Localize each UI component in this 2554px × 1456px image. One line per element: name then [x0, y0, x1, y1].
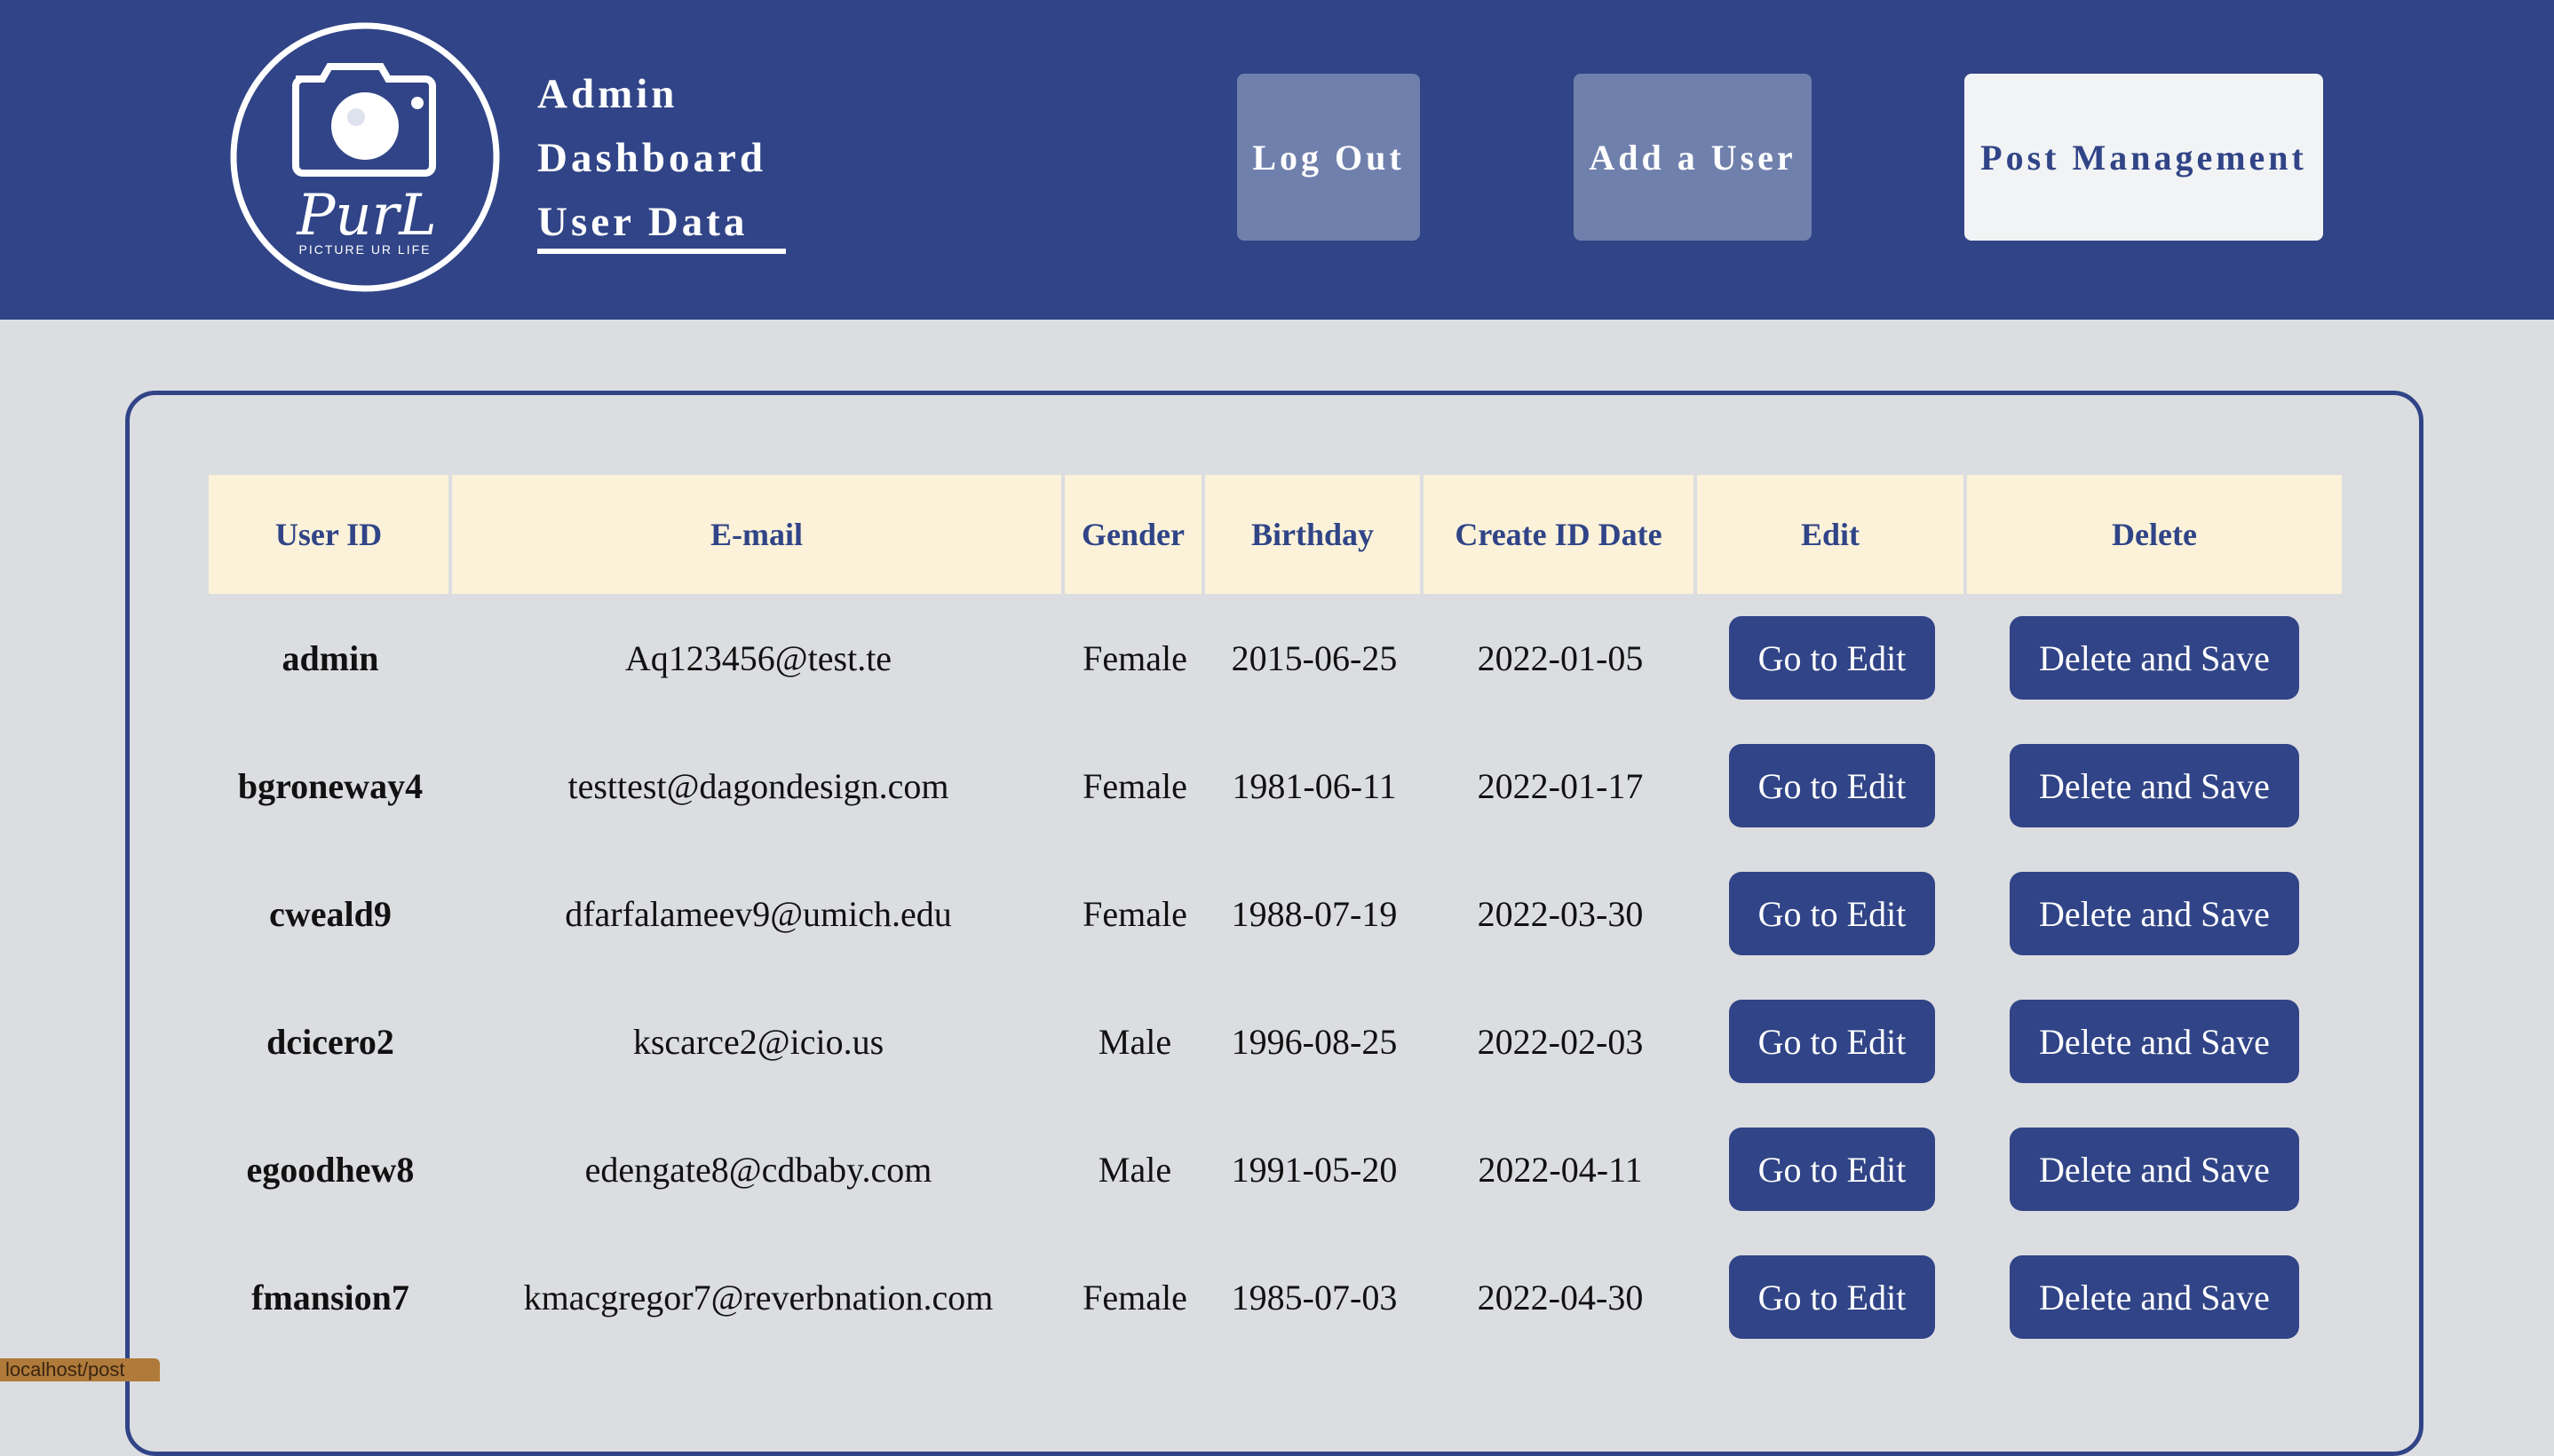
delete-cell: Delete and Save [1967, 1105, 2342, 1233]
cell-birthday: 2015-06-25 [1231, 637, 1398, 678]
delete-and-save-button[interactable]: Delete and Save [2010, 1000, 2299, 1083]
page-title: Admin Dashboard User Data [537, 62, 766, 254]
cell-email: dfarfalameev9@umich.edu [565, 893, 952, 934]
table-row: fmansion7 kmacgregor7@reverbnation.com F… [209, 1233, 2342, 1361]
cell-email: kscarce2@icio.us [632, 1021, 884, 1062]
log-out-button[interactable]: Log Out [1237, 74, 1420, 241]
cell-create-date: 2022-03-30 [1477, 893, 1644, 934]
go-to-edit-button[interactable]: Go to Edit [1729, 1255, 1935, 1339]
delete-and-save-button[interactable]: Delete and Save [2010, 1255, 2299, 1339]
header-delete: Delete [2112, 517, 2197, 552]
edit-cell: Go to Edit [1697, 594, 1967, 722]
go-to-edit-button[interactable]: Go to Edit [1729, 1128, 1935, 1211]
delete-and-save-button[interactable]: Delete and Save [2010, 616, 2299, 700]
cell-create-date: 2022-04-30 [1477, 1277, 1644, 1318]
cell-birthday: 1988-07-19 [1231, 893, 1398, 934]
edit-cell: Go to Edit [1697, 850, 1967, 977]
delete-and-save-button[interactable]: Delete and Save [2010, 872, 2299, 955]
title-dashboard: Dashboard [537, 135, 767, 181]
camera-icon [292, 63, 436, 177]
cell-gender: Female [1083, 637, 1187, 678]
cell-gender: Female [1083, 1277, 1187, 1318]
header-birthday: Birthday [1205, 475, 1424, 594]
cell-user-id: egoodhew8 [246, 1149, 415, 1190]
table-header-row: User ID E-mail Gender Birthday Create ID… [209, 475, 2342, 594]
cell-create-date: 2022-01-05 [1477, 637, 1644, 678]
go-to-edit-button[interactable]: Go to Edit [1729, 1000, 1935, 1083]
add-user-button[interactable]: Add a User [1574, 74, 1812, 241]
edit-cell: Go to Edit [1697, 722, 1967, 850]
delete-cell: Delete and Save [1967, 1233, 2342, 1361]
edit-cell: Go to Edit [1697, 977, 1967, 1105]
header-email: E-mail [452, 475, 1065, 594]
table-row: dcicero2 kscarce2@icio.us Male 1996-08-2… [209, 977, 2342, 1105]
delete-cell: Delete and Save [1967, 594, 2342, 722]
cell-gender: Female [1083, 893, 1187, 934]
edit-cell: Go to Edit [1697, 1233, 1967, 1361]
title-admin: Admin [537, 71, 678, 117]
cell-gender: Female [1083, 765, 1187, 806]
table-row: bgroneway4 testtest@dagondesign.com Fema… [209, 722, 2342, 850]
cell-user-id: bgroneway4 [237, 765, 424, 806]
delete-cell: Delete and Save [1967, 850, 2342, 977]
table-row: egoodhew8 edengate8@cdbaby.com Male 1991… [209, 1105, 2342, 1233]
top-header: PurL PICTURE UR LIFE Admin Dashboard Use… [0, 0, 2554, 320]
cell-email: testtest@dagondesign.com [567, 765, 949, 806]
header-edit: Edit [1697, 475, 1967, 594]
cell-birthday: 1991-05-20 [1231, 1149, 1398, 1190]
go-to-edit-button[interactable]: Go to Edit [1729, 616, 1935, 700]
cell-user-id: cweald9 [269, 893, 392, 934]
cell-create-date: 2022-01-17 [1477, 765, 1644, 806]
cell-create-date: 2022-02-03 [1477, 1021, 1644, 1062]
cell-birthday: 1996-08-25 [1231, 1021, 1398, 1062]
table-row: admin Aq123456@test.te Female 2015-06-25… [209, 594, 2342, 722]
delete-and-save-button[interactable]: Delete and Save [2010, 744, 2299, 827]
go-to-edit-button[interactable]: Go to Edit [1729, 744, 1935, 827]
purl-logo[interactable]: PurL PICTURE UR LIFE [229, 21, 501, 293]
header-create-id-date: Create ID Date [1424, 475, 1697, 594]
cell-email: kmacgregor7@reverbnation.com [523, 1277, 994, 1318]
edit-cell: Go to Edit [1697, 1105, 1967, 1233]
cell-email: Aq123456@test.te [624, 637, 892, 678]
header-user-id: User ID [209, 475, 452, 594]
post-management-button[interactable]: Post Management [1964, 74, 2323, 241]
delete-cell: Delete and Save [1967, 977, 2342, 1105]
cell-user-id: admin [282, 637, 379, 678]
cell-birthday: 1981-06-11 [1232, 765, 1397, 806]
delete-and-save-button[interactable]: Delete and Save [2010, 1128, 2299, 1211]
cell-birthday: 1985-07-03 [1231, 1277, 1398, 1318]
logo-text: PurL [296, 183, 436, 249]
user-table: User ID E-mail Gender Birthday Create ID… [209, 475, 2342, 1361]
delete-cell: Delete and Save [1967, 722, 2342, 850]
cell-create-date: 2022-04-11 [1478, 1149, 1643, 1190]
cell-user-id: dcicero2 [266, 1021, 394, 1062]
go-to-edit-button[interactable]: Go to Edit [1729, 872, 1935, 955]
title-user-data[interactable]: User Data [537, 190, 766, 254]
logo-tagline: PICTURE UR LIFE [298, 242, 431, 257]
active-nav-underline [537, 249, 786, 254]
status-bar-url: localhost/post [0, 1358, 160, 1381]
cell-user-id: fmansion7 [251, 1277, 409, 1318]
cell-gender: Male [1098, 1149, 1172, 1190]
header-gender: Gender [1065, 475, 1205, 594]
cell-gender: Male [1098, 1021, 1172, 1062]
cell-email: edengate8@cdbaby.com [584, 1149, 932, 1190]
table-row: cweald9 dfarfalameev9@umich.edu Female 1… [209, 850, 2342, 977]
